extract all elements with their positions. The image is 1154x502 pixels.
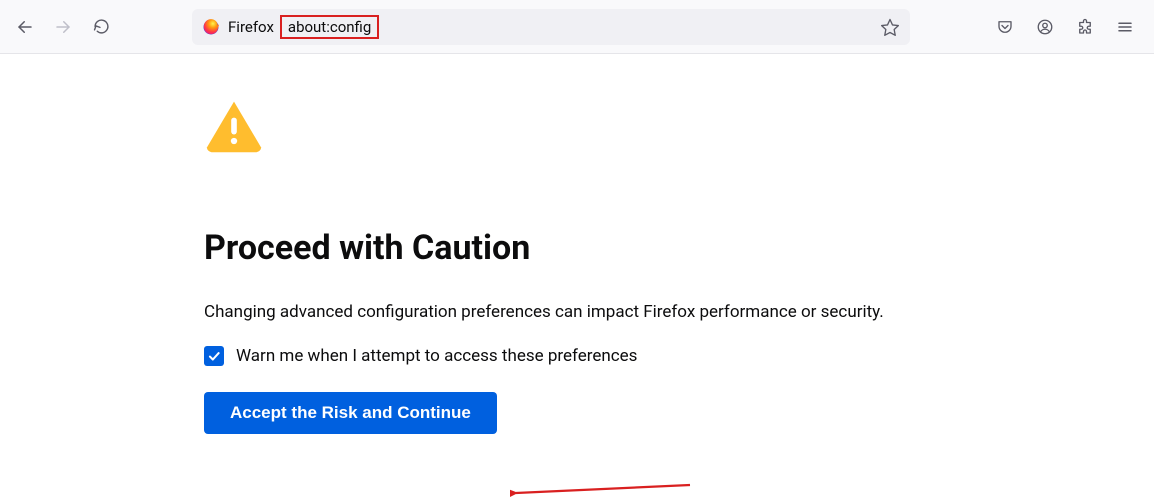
annotation-arrow-icon — [510, 480, 700, 502]
page-content: Proceed with Caution Changing advanced c… — [0, 54, 1154, 434]
warn-checkbox-row: Warn me when I attempt to access these p… — [204, 346, 1154, 366]
reload-icon — [93, 18, 110, 35]
page-description: Changing advanced configuration preferen… — [204, 302, 1154, 322]
firefox-logo-icon — [202, 18, 220, 36]
pocket-icon — [996, 18, 1014, 36]
account-icon — [1036, 18, 1054, 36]
browser-toolbar: Firefox about:config — [0, 0, 1154, 54]
back-button[interactable] — [8, 10, 42, 44]
page-title: Proceed with Caution — [204, 228, 1154, 268]
url-text-highlighted: about:config — [280, 15, 379, 39]
bookmark-star-icon[interactable] — [880, 17, 900, 37]
warn-checkbox[interactable] — [204, 346, 224, 366]
extensions-button[interactable] — [1068, 10, 1102, 44]
account-button[interactable] — [1028, 10, 1062, 44]
menu-button[interactable] — [1108, 10, 1142, 44]
site-identity-label: Firefox — [228, 18, 274, 36]
arrow-left-icon — [16, 18, 34, 36]
url-bar[interactable]: Firefox about:config — [192, 9, 910, 45]
arrow-right-icon — [54, 18, 72, 36]
warning-triangle-icon — [204, 98, 264, 154]
warn-checkbox-label: Warn me when I attempt to access these p… — [236, 346, 637, 366]
url-input[interactable] — [387, 18, 872, 35]
forward-button[interactable] — [46, 10, 80, 44]
toolbar-right-icons — [988, 10, 1142, 44]
puzzle-icon — [1076, 18, 1094, 36]
check-icon — [207, 349, 221, 363]
accept-risk-button[interactable]: Accept the Risk and Continue — [204, 392, 497, 434]
hamburger-icon — [1116, 18, 1134, 36]
reload-button[interactable] — [84, 10, 118, 44]
pocket-button[interactable] — [988, 10, 1022, 44]
